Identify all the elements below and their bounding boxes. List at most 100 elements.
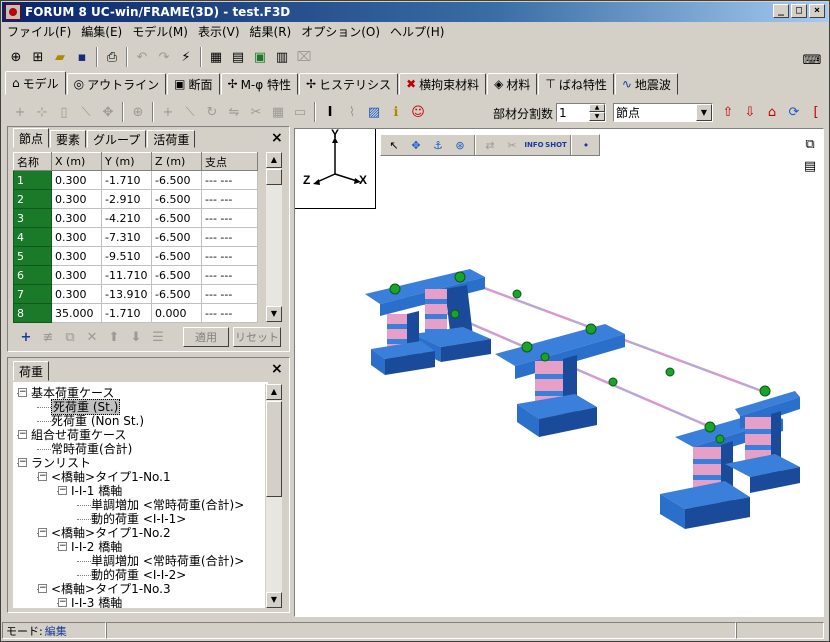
division-spinner[interactable]: 1 ▲ ▼ bbox=[556, 103, 606, 122]
tab-m-phi[interactable]: ✢ M-φ 特性 bbox=[220, 73, 298, 95]
tab-hysteresis[interactable]: ✢ ヒステリシス bbox=[298, 73, 399, 95]
report-icon[interactable]: ▤ bbox=[227, 46, 249, 68]
tab-loads[interactable]: 荷重 bbox=[13, 361, 50, 381]
info-icon[interactable]: ℹ bbox=[385, 101, 407, 123]
column-header[interactable]: 支点 bbox=[201, 152, 258, 171]
table-cell[interactable]: 0.300 bbox=[51, 227, 102, 247]
table-cell[interactable]: -6.500 bbox=[151, 208, 202, 228]
filter-icon[interactable]: ☰ bbox=[147, 326, 169, 348]
tab-groups[interactable]: グループ bbox=[87, 130, 147, 148]
keyboard-icon[interactable]: ⌨ bbox=[801, 49, 823, 71]
window-tile-icon[interactable]: ⧉ bbox=[799, 133, 821, 155]
table-cell[interactable]: --- --- bbox=[201, 303, 258, 323]
tree-node[interactable]: 常時荷重(合計) bbox=[51, 442, 132, 456]
tree-node[interactable]: <橋軸>タイプ1-No.3 bbox=[51, 582, 171, 596]
tree-expander-icon[interactable]: − bbox=[58, 542, 67, 551]
move-down-icon[interactable]: ⬇ bbox=[125, 326, 147, 348]
table-row[interactable]: 8 35.000 -1.710 0.000 --- --- bbox=[13, 303, 258, 323]
table-cell[interactable]: 0.300 bbox=[51, 189, 102, 209]
tree-node[interactable]: ランリスト bbox=[31, 456, 91, 470]
redo-icon[interactable]: ↷ bbox=[153, 46, 175, 68]
tree-scrollbar[interactable]: ▲ ▼ bbox=[265, 384, 282, 608]
spin-down-icon[interactable]: ▼ bbox=[589, 112, 605, 121]
tree-node[interactable]: 単調増加 <常時荷重(合計)> bbox=[91, 498, 244, 512]
export-icon[interactable]: ⌧ bbox=[293, 46, 315, 68]
rotate-view-icon[interactable]: ✥ bbox=[405, 135, 427, 155]
reset-button[interactable]: リセット bbox=[233, 327, 281, 347]
apply-button[interactable]: 適用 bbox=[183, 327, 229, 347]
copy-row-icon[interactable]: ⧉ bbox=[59, 326, 81, 348]
table-cell[interactable]: 1 bbox=[13, 170, 52, 190]
scroll-thumb[interactable] bbox=[266, 169, 282, 185]
scissors-icon[interactable]: ✂ bbox=[501, 135, 523, 155]
table-cell[interactable]: 2 bbox=[13, 189, 52, 209]
result-icon[interactable]: ▣ bbox=[249, 46, 271, 68]
table-cell[interactable]: 0.300 bbox=[51, 246, 102, 266]
table-cell[interactable]: -7.310 bbox=[101, 227, 152, 247]
menu-model[interactable]: モデル(M) bbox=[127, 23, 193, 40]
table-cell[interactable]: 0.300 bbox=[51, 265, 102, 285]
table-cell[interactable]: -13.910 bbox=[101, 284, 152, 304]
table-cell[interactable]: -6.500 bbox=[151, 227, 202, 247]
bracket-icon[interactable]: [ bbox=[805, 101, 827, 123]
face-icon[interactable]: ☺ bbox=[407, 101, 429, 123]
line-icon[interactable]: ⟍ bbox=[75, 101, 97, 123]
insert-row-icon[interactable]: ≢ bbox=[37, 326, 59, 348]
table-row[interactable]: 7 0.300 -13.910 -6.500 --- --- bbox=[13, 284, 258, 304]
house-tool-icon[interactable]: ⌂ bbox=[761, 101, 783, 123]
tree-node[interactable]: 動的荷重 <I-I-1> bbox=[91, 512, 186, 526]
title-bar[interactable]: FORUM 8 UC-win/FRAME(3D) - test.F3D _ □ … bbox=[2, 2, 828, 22]
scroll-thumb[interactable] bbox=[266, 401, 282, 497]
close-icon[interactable]: × bbox=[271, 130, 283, 146]
maximize-button[interactable]: □ bbox=[791, 4, 807, 18]
print-preview-icon[interactable]: ⎙ bbox=[101, 46, 123, 68]
tab-elements[interactable]: 要素 bbox=[50, 130, 87, 148]
point-tool-icon[interactable]: • bbox=[575, 135, 597, 155]
menu-option[interactable]: オプション(O) bbox=[296, 23, 385, 40]
tab-nodes[interactable]: 節点 bbox=[13, 128, 50, 148]
copy-element-icon[interactable]: ⟍ bbox=[179, 101, 201, 123]
tree-node[interactable]: I-I-3 橋軸 bbox=[71, 596, 122, 608]
table-row[interactable]: 4 0.300 -7.310 -6.500 --- --- bbox=[13, 227, 258, 247]
minimize-button[interactable]: _ bbox=[773, 4, 789, 18]
section-tool-icon[interactable]: I bbox=[319, 101, 341, 123]
table-cell[interactable]: --- --- bbox=[201, 227, 258, 247]
table-row[interactable]: 3 0.300 -4.210 -6.500 --- --- bbox=[13, 208, 258, 228]
scroll-up-icon[interactable]: ▲ bbox=[266, 152, 282, 168]
shot-tool-icon[interactable]: SHOT bbox=[545, 135, 567, 155]
table-cell[interactable]: --- --- bbox=[201, 284, 258, 304]
table-cell[interactable]: -2.910 bbox=[101, 189, 152, 209]
calculate-icon[interactable]: ▦ bbox=[205, 46, 227, 68]
table-cell[interactable]: 5 bbox=[13, 246, 52, 266]
scroll-up-icon[interactable]: ▲ bbox=[266, 384, 282, 400]
table-row[interactable]: 1 0.300 -1.710 -6.500 --- --- bbox=[13, 170, 258, 190]
tree-expander-icon[interactable]: − bbox=[18, 388, 27, 397]
tree-expander-icon[interactable]: − bbox=[38, 584, 47, 593]
copy-node-icon[interactable]: + bbox=[157, 101, 179, 123]
tree-expander-icon[interactable]: − bbox=[58, 598, 67, 607]
tab-live-load[interactable]: 活荷重 bbox=[147, 130, 196, 148]
table-cell[interactable]: --- --- bbox=[201, 208, 258, 228]
mirror-icon[interactable]: ⇋ bbox=[223, 101, 245, 123]
snap-icon[interactable]: ⊕ bbox=[127, 101, 149, 123]
tab-model[interactable]: ⌂ モデル bbox=[5, 71, 66, 95]
table-cell[interactable]: 3 bbox=[13, 208, 52, 228]
lock-icon[interactable]: ▭ bbox=[289, 101, 311, 123]
table-cell[interactable]: -9.510 bbox=[101, 246, 152, 266]
column-header[interactable]: Z (m) bbox=[151, 152, 202, 171]
close-load-panel-icon[interactable]: × bbox=[271, 361, 283, 377]
column-header[interactable]: X (m) bbox=[51, 152, 102, 171]
column-header[interactable]: Y (m) bbox=[101, 152, 152, 171]
model-3d-view[interactable]: Y Z X ↖ ✥ ⚓ ⊛ ⇄ ✂ INFO SHOT • ⧉ ▤ bbox=[294, 128, 824, 617]
dropdown-arrow-icon[interactable]: ▼ bbox=[696, 104, 712, 121]
tab-outline[interactable]: ◎ アウトライン bbox=[66, 73, 167, 95]
table-row[interactable]: 2 0.300 -2.910 -6.500 --- --- bbox=[13, 189, 258, 209]
walk-icon[interactable]: ⇄ bbox=[479, 135, 501, 155]
zoom-view-icon[interactable]: ⊛ bbox=[449, 135, 471, 155]
table-cell[interactable]: --- --- bbox=[201, 170, 258, 190]
table-cell[interactable]: -4.210 bbox=[101, 208, 152, 228]
move-up-icon[interactable]: ⬆ bbox=[103, 326, 125, 348]
close-window-button[interactable]: × bbox=[809, 4, 825, 18]
analysis-icon[interactable]: ⚡ bbox=[175, 46, 197, 68]
tree-node[interactable]: I-I-1 橋軸 bbox=[71, 484, 122, 498]
